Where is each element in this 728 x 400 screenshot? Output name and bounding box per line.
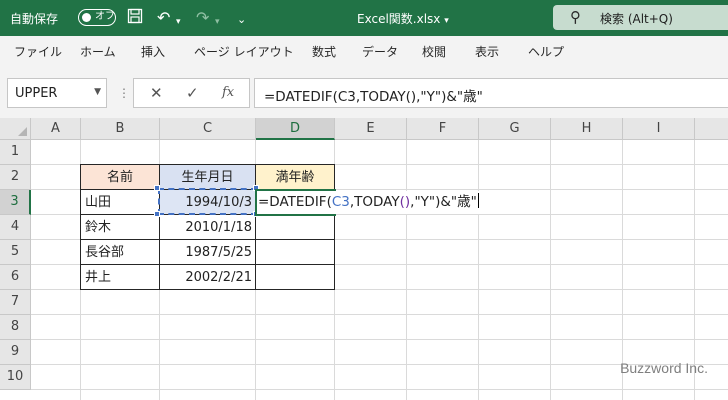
document-title[interactable]: Excel関数.xlsx ▾ [357, 10, 449, 27]
row-header-6[interactable]: 6 [0, 265, 31, 290]
gridline [31, 314, 728, 315]
title-bar: 自動保存 オフ ↶ ▾ ↷ ▾ ⌄ Excel関数.xlsx ▾ ⚲ 検索 (A… [0, 0, 728, 36]
cell-c2-header-birthdate[interactable]: 生年月日 [159, 164, 256, 190]
tab-formulas[interactable]: 数式 [312, 43, 336, 60]
row-header-1[interactable]: 1 [0, 140, 31, 165]
cell-b2-header-name[interactable]: 名前 [80, 164, 160, 190]
column-header-d[interactable]: D [256, 118, 335, 140]
tab-view[interactable]: 表示 [475, 43, 499, 60]
tab-help[interactable]: ヘルプ [528, 43, 564, 60]
cell-d6[interactable] [255, 264, 335, 290]
cell-d4[interactable] [255, 214, 335, 240]
toggle-knob [82, 12, 91, 22]
redo-dropdown-icon[interactable]: ▾ [215, 12, 220, 32]
column-header-a[interactable]: A [31, 118, 81, 140]
column-header-e[interactable]: E [335, 118, 407, 140]
chevron-down-icon[interactable]: ▼ [94, 87, 101, 97]
text-caret [477, 193, 479, 208]
search-icon: ⚲ [570, 8, 581, 26]
undo-icon[interactable]: ↶ [157, 8, 170, 28]
row-header-8[interactable]: 8 [0, 315, 31, 340]
select-all-corner[interactable] [0, 118, 31, 140]
edit-text-tail: ,"Y")&"歳" [410, 194, 477, 210]
search-box[interactable]: ⚲ 検索 (Alt+Q) [553, 5, 728, 30]
active-cell-border [255, 189, 336, 216]
formula-bar-resize-dots-icon[interactable]: ⋮ [118, 86, 130, 100]
tab-file[interactable]: ファイル [14, 43, 62, 60]
name-box[interactable]: UPPER ▼ [7, 78, 107, 108]
gridline [31, 339, 728, 340]
column-header-c[interactable]: C [160, 118, 256, 140]
row-header-7[interactable]: 7 [0, 290, 31, 315]
insert-function-icon[interactable]: fx [222, 85, 234, 100]
search-placeholder: 検索 (Alt+Q) [600, 12, 673, 26]
formula-controls: ✕ ✓ fx [133, 78, 250, 108]
column-header-g[interactable]: G [479, 118, 551, 140]
formula-reference-highlight [158, 188, 257, 215]
ribbon-tabs: ファイル ホーム 挿入 ページ レイアウト 数式 データ 校閲 表示 ヘルプ [0, 36, 728, 66]
cell-b5[interactable]: 長谷部 [80, 239, 160, 265]
column-header-f[interactable]: F [407, 118, 479, 140]
cell-c6[interactable]: 2002/2/21 [159, 264, 256, 290]
formula-text: =DATEDIF(C3,TODAY(),"Y")&"歳" [264, 89, 483, 105]
edit-text-paren: () [399, 194, 411, 210]
cell-c5[interactable]: 1987/5/25 [159, 239, 256, 265]
autosave-toggle-label: オフ [95, 11, 115, 22]
autosave-toggle[interactable]: オフ [78, 9, 116, 26]
chevron-down-icon: ▾ [444, 16, 449, 26]
reference-handle[interactable] [154, 211, 160, 217]
column-header-b[interactable]: B [81, 118, 160, 140]
row-header-9[interactable]: 9 [0, 340, 31, 365]
formula-bar: UPPER ▼ ⋮ ✕ ✓ fx =DATEDIF(C3,TODAY(),"Y"… [0, 66, 728, 118]
cancel-icon[interactable]: ✕ [150, 84, 163, 102]
gridline [31, 389, 728, 390]
cell-b4[interactable]: 鈴木 [80, 214, 160, 240]
save-icon[interactable] [127, 8, 143, 29]
cell-b3[interactable]: 山田 [80, 189, 160, 215]
autosave-label: 自動保存 [10, 12, 59, 26]
enter-check-icon[interactable]: ✓ [186, 84, 199, 102]
tab-insert[interactable]: 挿入 [141, 43, 165, 60]
cell-c4[interactable]: 2010/1/18 [159, 214, 256, 240]
tab-page-layout[interactable]: ページ レイアウト [194, 43, 294, 60]
row-header-3[interactable]: 3 [0, 190, 31, 215]
watermark: Buzzword Inc. [620, 360, 708, 376]
gridline [478, 140, 479, 400]
redo-icon[interactable]: ↷ [196, 8, 209, 28]
formula-input[interactable]: =DATEDIF(C3,TODAY(),"Y")&"歳" [254, 78, 728, 108]
edit-text-today: ,TODAY [349, 194, 400, 210]
row-header-5[interactable]: 5 [0, 240, 31, 265]
cell-d2-header-age[interactable]: 満年齢 [255, 164, 335, 190]
column-header-h[interactable]: H [551, 118, 623, 140]
row-header-2[interactable]: 2 [0, 165, 31, 190]
cell-b6[interactable]: 井上 [80, 264, 160, 290]
tab-review[interactable]: 校閲 [422, 43, 446, 60]
column-header-j[interactable] [695, 118, 728, 140]
cell-d5[interactable] [255, 239, 335, 265]
row-header-4[interactable]: 4 [0, 215, 31, 240]
tab-home[interactable]: ホーム [80, 43, 116, 60]
column-header-i[interactable]: I [623, 118, 695, 140]
name-box-value: UPPER [15, 86, 58, 101]
row-header-10[interactable]: 10 [0, 365, 31, 390]
select-all-icon [18, 127, 27, 136]
gridline [550, 140, 551, 400]
tab-data[interactable]: データ [362, 43, 398, 60]
customize-toolbar-icon[interactable]: ⌄ [237, 10, 246, 30]
gridline [406, 140, 407, 400]
undo-dropdown-icon[interactable]: ▾ [176, 12, 181, 32]
worksheet-grid[interactable]: A B C D E F G H I 1 2 3 4 5 6 7 8 9 10 名… [0, 118, 728, 400]
reference-handle[interactable] [154, 185, 160, 191]
